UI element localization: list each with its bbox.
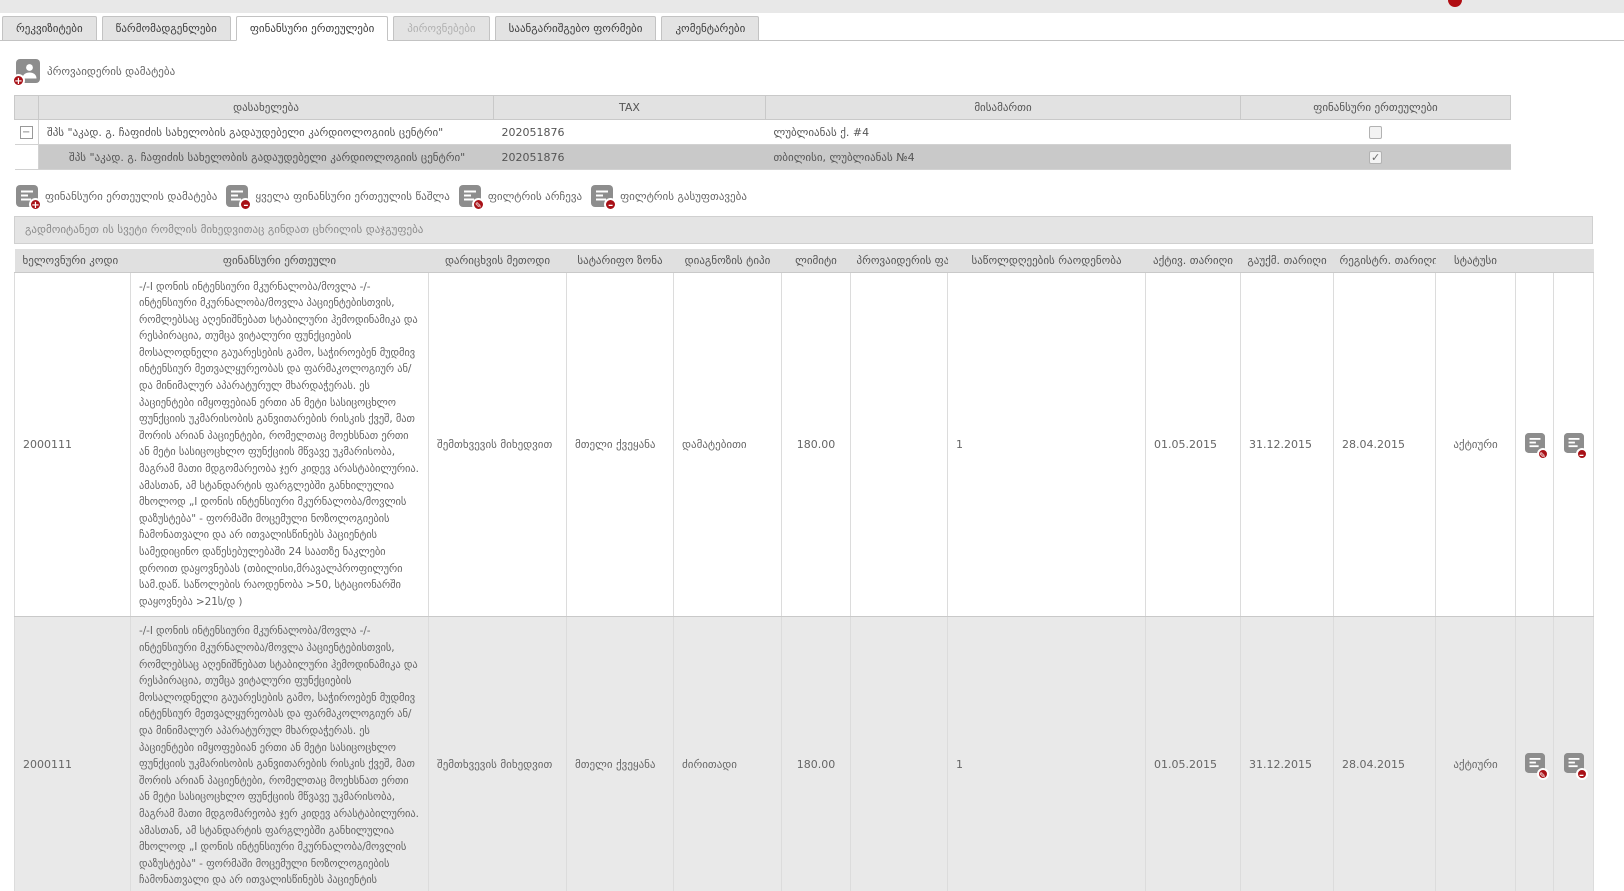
column-header-status[interactable]: სტატუსი — [1436, 249, 1516, 272]
financial-units-grid: ხელოვნური კოდი ფინანსური ერთეული დარიცხვ… — [14, 249, 1594, 891]
cell-limit: 180.00 — [782, 272, 851, 617]
add-financial-unit-button[interactable]: + ფინანსური ერთეულის დამატება — [16, 185, 217, 207]
column-header-diagnosis-type[interactable]: დიაგნოზის ტიპი — [674, 249, 782, 272]
column-header-limit[interactable]: ლიმიტი — [782, 249, 851, 272]
top-strip — [0, 0, 1624, 13]
cell-registration-date: 28.04.2015 — [1334, 617, 1436, 891]
provider-address: თბილისი, ლუბლიანას №4 — [766, 145, 1241, 170]
provider-name: შპს "აკად. გ. ჩაფიძის სახელობის გადაუდებ… — [39, 145, 494, 170]
column-header-address[interactable]: მისამართი — [766, 96, 1241, 120]
column-header-artificial-code[interactable]: ხელოვნური კოდი — [15, 249, 131, 272]
minus-badge-icon: – — [239, 198, 252, 211]
cell-registration-date: 28.04.2015 — [1334, 272, 1436, 617]
cell-tariff-zone: მთელი ქვეყანა — [567, 617, 674, 891]
column-header-registration-date[interactable]: რეგისტრ. თარიღი — [1334, 249, 1436, 272]
cell-bed-days: 1 — [948, 617, 1146, 891]
cell-financial-unit: -/-I დონის ინტენსიური მკურნალობა/მოვლა -… — [131, 272, 429, 617]
column-header-name[interactable]: დასახელება — [39, 96, 494, 120]
column-header-financial-units[interactable]: ფინანსური ერთეულები — [1241, 96, 1511, 120]
grid-header-row: ხელოვნური კოდი ფინანსური ერთეული დარიცხვ… — [15, 249, 1594, 272]
cell-accrual-method: შემთხვევის მიხედვით — [429, 272, 567, 617]
column-header-activation-date[interactable]: აქტივ. თარიღი — [1146, 249, 1241, 272]
clear-filter-label: ფილტრის გასუფთავება — [620, 190, 747, 203]
pencil-badge-icon: ✎ — [1537, 768, 1549, 780]
tab-financial-units[interactable]: ფინანსური ერთეულები — [236, 16, 388, 41]
column-header-cancel-date[interactable]: გაუქმ. თარიღი — [1241, 249, 1334, 272]
delete-row-icon[interactable]: – — [1564, 443, 1584, 456]
cell-cancel-date: 31.12.2015 — [1241, 272, 1334, 617]
edit-row-icon[interactable]: ✎ — [1525, 443, 1545, 456]
cell-accrual-method: შემთხვევის მიხედვით — [429, 617, 567, 891]
cell-cancel-date: 31.12.2015 — [1241, 617, 1334, 891]
table-row[interactable]: 2000111 -/-I დონის ინტენსიური მკურნალობა… — [15, 272, 1594, 617]
tab-persons: პიროვნებები — [393, 16, 489, 41]
document-add-icon: + — [16, 185, 38, 207]
cell-provider-price — [851, 272, 948, 617]
cell-limit: 180.00 — [782, 617, 851, 891]
delete-row-icon[interactable]: – — [1564, 763, 1584, 776]
add-provider-button[interactable]: + პროვაიდერის დამატება — [16, 59, 175, 83]
cell-tariff-zone: მთელი ქვეყანა — [567, 272, 674, 617]
add-financial-unit-label: ფინანსური ერთეულის დამატება — [45, 190, 217, 203]
grouping-drop-zone[interactable]: გადმოიტანეთ ის სვეტი რომლის მიხედვითაც გ… — [14, 216, 1593, 244]
clear-filter-button[interactable]: – ფილტრის გასუფთავება — [591, 185, 747, 207]
provider-tax: 202051876 — [494, 120, 766, 145]
table-row[interactable]: 2000111 -/-I დონის ინტენსიური მკურნალობა… — [15, 617, 1594, 891]
delete-all-financial-units-label: ყველა ფინანსური ერთეულის წაშლა — [255, 190, 449, 203]
cell-provider-price — [851, 617, 948, 891]
tab-comments[interactable]: კომენტარები — [661, 16, 759, 41]
provider-address: ლუბლიანას ქ. #4 — [766, 120, 1241, 145]
cell-code: 2000111 — [15, 617, 131, 891]
cell-activation-date: 01.05.2015 — [1146, 272, 1241, 617]
financial-units-checkbox[interactable] — [1369, 126, 1382, 139]
cell-bed-days: 1 — [948, 272, 1146, 617]
cell-diagnosis-type: ძირითადი — [674, 617, 782, 891]
cell-status: აქტიური — [1436, 617, 1516, 891]
person-add-icon: + — [16, 59, 40, 83]
column-header-delete — [1554, 249, 1594, 272]
financial-units-toolbar: + ფინანსური ერთეულის დამატება – ყველა ფი… — [16, 185, 1624, 207]
document-remove-icon: – — [591, 185, 613, 207]
pencil-badge-icon: ✎ — [1537, 448, 1549, 460]
column-header-tax[interactable]: TAX — [494, 96, 766, 120]
financial-units-checkbox[interactable] — [1369, 151, 1382, 164]
minus-badge-icon: – — [1576, 448, 1588, 460]
provider-row[interactable]: − შპს "აკად. გ. ჩაფიძის სახელობის გადაუდ… — [15, 120, 1511, 145]
provider-name: შპს "აკად. გ. ჩაფიძის სახელობის გადაუდებ… — [39, 120, 494, 145]
pencil-badge-icon: ✎ — [472, 198, 485, 211]
tab-bar: რეკვიზიტები წარმომადგენლები ფინანსური ერ… — [0, 13, 1624, 41]
column-header-edit — [1516, 249, 1554, 272]
tab-representatives[interactable]: წარმომადგენლები — [102, 16, 231, 41]
tab-report-forms[interactable]: საანგარიშგებო ფორმები — [495, 16, 657, 41]
cell-code: 2000111 — [15, 272, 131, 617]
provider-tax: 202051876 — [494, 145, 766, 170]
document-edit-icon: ✎ — [459, 185, 481, 207]
add-provider-label: პროვაიდერის დამატება — [47, 65, 175, 78]
choose-filter-button[interactable]: ✎ ფილტრის არჩევა — [459, 185, 582, 207]
edit-row-icon[interactable]: ✎ — [1525, 763, 1545, 776]
column-header-tariff-zone[interactable]: სატარიფო ზონა — [567, 249, 674, 272]
provider-header-row: დასახელება TAX მისამართი ფინანსური ერთეუ… — [15, 96, 1511, 120]
provider-sub-row[interactable]: შპს "აკად. გ. ჩაფიძის სახელობის გადაუდებ… — [15, 145, 1511, 170]
collapse-icon[interactable]: − — [20, 126, 33, 139]
choose-filter-label: ფილტრის არჩევა — [488, 190, 582, 203]
provider-table: დასახელება TAX მისამართი ფინანსური ერთეუ… — [14, 95, 1511, 170]
expander-column-header — [15, 96, 39, 120]
tab-requisites[interactable]: რეკვიზიტები — [2, 16, 97, 41]
cell-status: აქტიური — [1436, 272, 1516, 617]
minus-badge-icon: – — [604, 198, 617, 211]
cell-diagnosis-type: დამატებითი — [674, 272, 782, 617]
plus-badge-icon: + — [12, 74, 25, 87]
minus-badge-icon: – — [1576, 768, 1588, 780]
cell-activation-date: 01.05.2015 — [1146, 617, 1241, 891]
column-header-financial-unit[interactable]: ფინანსური ერთეული — [131, 249, 429, 272]
cell-financial-unit: -/-I დონის ინტენსიური მკურნალობა/მოვლა -… — [131, 617, 429, 891]
column-header-bed-days[interactable]: საწოლდღეების რაოდენობა — [948, 249, 1146, 272]
column-header-provider-price[interactable]: პროვაიდერის ფასი — [851, 249, 948, 272]
plus-badge-icon: + — [29, 198, 42, 211]
document-remove-icon: – — [226, 185, 248, 207]
column-header-accrual-method[interactable]: დარიცხვის მეთოდი — [429, 249, 567, 272]
delete-all-financial-units-button[interactable]: – ყველა ფინანსური ერთეულის წაშლა — [226, 185, 449, 207]
